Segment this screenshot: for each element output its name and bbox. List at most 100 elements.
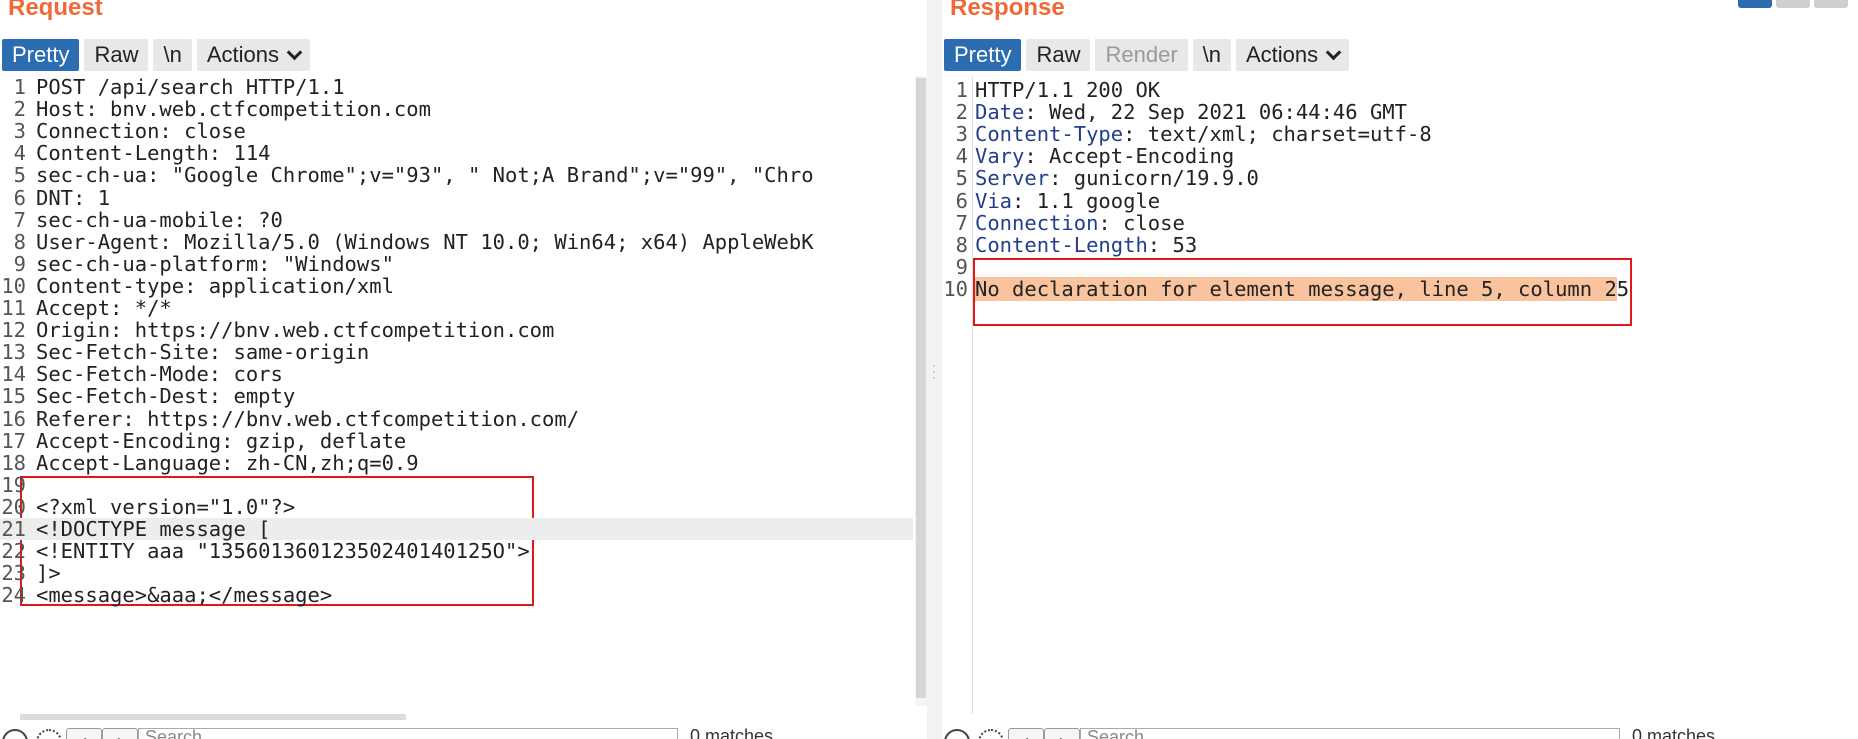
response-title: Response (950, 0, 1065, 21)
response-tab-raw[interactable]: Raw (1026, 39, 1091, 71)
request-line[interactable]: 17 Accept-Encoding: gzip, deflate (0, 429, 913, 451)
request-toolbar: Pretty Raw \n Actions (2, 38, 310, 72)
header-value: : 53 (1147, 232, 1198, 257)
request-search-input[interactable]: Search... (138, 727, 678, 739)
line-number: 16 (1, 406, 26, 431)
response-tab-pretty[interactable]: Pretty (944, 39, 1022, 71)
pane-divider[interactable]: · · · (927, 0, 942, 739)
response-line[interactable]: 3 Content-Type: text/xml; charset=utf-8 (942, 123, 1858, 145)
response-line[interactable]: 7 Connection: close (942, 211, 1858, 233)
error-message-tail: 5 (1616, 276, 1630, 301)
header-key: Date (975, 100, 1025, 125)
response-tab-newline[interactable]: \n (1192, 39, 1231, 71)
request-line[interactable]: 8 User-Agent: Mozilla/5.0 (Windows NT 10.… (0, 231, 913, 253)
request-line[interactable]: 11 Accept: */* (0, 297, 913, 319)
response-line[interactable]: 8 Content-Length: 53 (942, 234, 1858, 256)
request-line[interactable]: 2 Host: bnv.web.ctfcompetition.com (0, 98, 913, 120)
previous-match-button[interactable]: ‹ (1008, 728, 1044, 739)
request-actions-label: Actions (206, 42, 279, 67)
layout-split-button[interactable] (1738, 0, 1772, 8)
request-line[interactable]: 3 Connection: close (0, 120, 913, 142)
line-number: 8 (955, 232, 968, 257)
request-horizontal-scrollbar[interactable] (20, 714, 406, 720)
request-line[interactable]: 14 Sec-Fetch-Mode: cors (0, 363, 913, 385)
line-number: 5 (13, 163, 26, 188)
request-line[interactable]: 22 <!ENTITY aaa "13560136012350240140125O… (0, 540, 913, 562)
gear-icon[interactable] (978, 729, 1004, 739)
line-text: ]> (36, 561, 61, 586)
request-line[interactable]: 10 Content-type: application/xml (0, 275, 913, 297)
request-line[interactable]: 7 sec-ch-ua-mobile: ?0 (0, 207, 913, 232)
header-key: Vary (975, 144, 1025, 169)
request-tab-raw[interactable]: Raw (84, 39, 149, 71)
line-number: 4 (13, 141, 26, 166)
response-bottom-bar: ‹ › Search... 0 matches (942, 726, 1858, 739)
line-number: 24 (1, 583, 26, 608)
next-match-button[interactable]: › (1044, 728, 1080, 739)
help-icon[interactable] (944, 729, 970, 739)
request-line[interactable]: 18 Accept-Language: zh-CN,zh;q=0.9 (0, 452, 913, 474)
previous-match-button[interactable]: ‹ (66, 728, 102, 739)
help-icon[interactable] (2, 729, 28, 739)
request-line[interactable]: 15 Sec-Fetch-Dest: empty (0, 385, 913, 407)
request-title: Request (8, 0, 103, 21)
response-tab-render[interactable]: Render (1095, 39, 1188, 71)
request-line[interactable]: 6 DNT: 1 (0, 185, 913, 210)
header-value: : gunicorn/19.9.0 (1049, 166, 1259, 191)
request-line[interactable]: 19 (0, 474, 913, 496)
request-line[interactable]: 5 sec-ch-ua: "Google Chrome";v="93", " No… (0, 164, 913, 186)
response-editor[interactable]: 1 HTTP/1.1 200 OK 2 Date: Wed, 22 Sep 2021 … (942, 76, 1858, 714)
request-tab-newline[interactable]: \n (153, 39, 192, 71)
error-message: No declaration for element message, line… (975, 276, 1617, 301)
response-line[interactable]: 6 Via: 1.1 google (942, 189, 1858, 211)
line-text: POST /api/search HTTP/1.1 (36, 76, 345, 99)
line-text: Server: gunicorn/19.9.0 (975, 167, 1259, 189)
request-line[interactable]: 9 sec-ch-ua-platform: "Windows" (0, 253, 913, 275)
header-key: Content-Length (975, 232, 1148, 257)
request-scroll-thumb[interactable] (916, 78, 926, 698)
layout-horizontal-button[interactable] (1776, 0, 1810, 8)
response-line[interactable]: 4 Vary: Accept-Encoding (942, 145, 1858, 167)
request-line[interactable]: 16 Referer: https://bnv.web.ctfcompetitio… (0, 406, 913, 431)
request-line[interactable]: 23]> (0, 562, 913, 584)
line-text: sec-ch-ua-mobile: ?0 (36, 207, 283, 232)
request-line[interactable]: 24 <message>&aaa;</message> (0, 584, 913, 606)
header-value: : text/xml; charset=utf-8 (1123, 122, 1432, 147)
request-line[interactable]: 4 Content-Length: 114 (0, 142, 913, 164)
request-bottom-bar: ‹ › Search... 0 matches (0, 726, 927, 739)
request-line[interactable]: 12 Origin: https://bnv.web.ctfcompetition… (0, 319, 913, 341)
line-text: Connection: close (36, 119, 246, 144)
drag-handle-icon[interactable]: · · · (932, 359, 936, 383)
response-line[interactable]: 2 Date: Wed, 22 Sep 2021 06:44:46 GMT (942, 101, 1858, 123)
line-text: DNT: 1 (36, 185, 111, 210)
request-line[interactable]: 1 POST /api/search HTTP/1.1 (0, 76, 913, 98)
request-tab-pretty[interactable]: Pretty (2, 39, 80, 71)
response-line[interactable]: 1 HTTP/1.1 200 OK (942, 79, 1858, 101)
request-line[interactable]: 20 <?xml version="1.0"?> (0, 496, 913, 518)
line-number: 21 (1, 517, 26, 541)
response-line[interactable]: 10 No declaration for element message, li… (942, 276, 1858, 301)
line-text: Vary: Accept-Encoding (975, 145, 1234, 167)
line-text: Content-type: application/xml (36, 273, 394, 298)
line-text: <!ENTITY aaa "13560136012350240140125O"> (36, 539, 530, 564)
line-number: 2 (955, 100, 968, 125)
line-text: HTTP/1.1 200 OK (975, 79, 1160, 101)
request-vertical-scrollbar[interactable] (915, 76, 927, 706)
line-number: 13 (1, 340, 26, 365)
line-text: Sec-Fetch-Mode: cors (36, 362, 283, 387)
line-text: Sec-Fetch-Site: same-origin (36, 340, 370, 365)
response-line[interactable]: 9 (942, 256, 1858, 278)
response-search-input[interactable]: Search... (1080, 727, 1620, 739)
gear-icon[interactable] (36, 729, 62, 739)
response-actions-menu[interactable]: Actions (1236, 39, 1350, 71)
request-line[interactable]: 21 <!DOCTYPE message [ (0, 518, 913, 540)
request-line[interactable]: 13 Sec-Fetch-Site: same-origin (0, 341, 913, 363)
request-editor[interactable]: 1 POST /api/search HTTP/1.1 2 Host: bnv.web… (0, 76, 927, 714)
request-actions-menu[interactable]: Actions (196, 39, 310, 71)
layout-vertical-button[interactable] (1814, 0, 1848, 8)
response-line[interactable]: 5 Server: gunicorn/19.9.0 (942, 167, 1858, 189)
next-match-button[interactable]: › (102, 728, 138, 739)
line-number: 2 (13, 97, 26, 122)
line-text: User-Agent: Mozilla/5.0 (Windows NT 10.0… (36, 229, 814, 254)
chevron-down-icon (1325, 44, 1342, 60)
